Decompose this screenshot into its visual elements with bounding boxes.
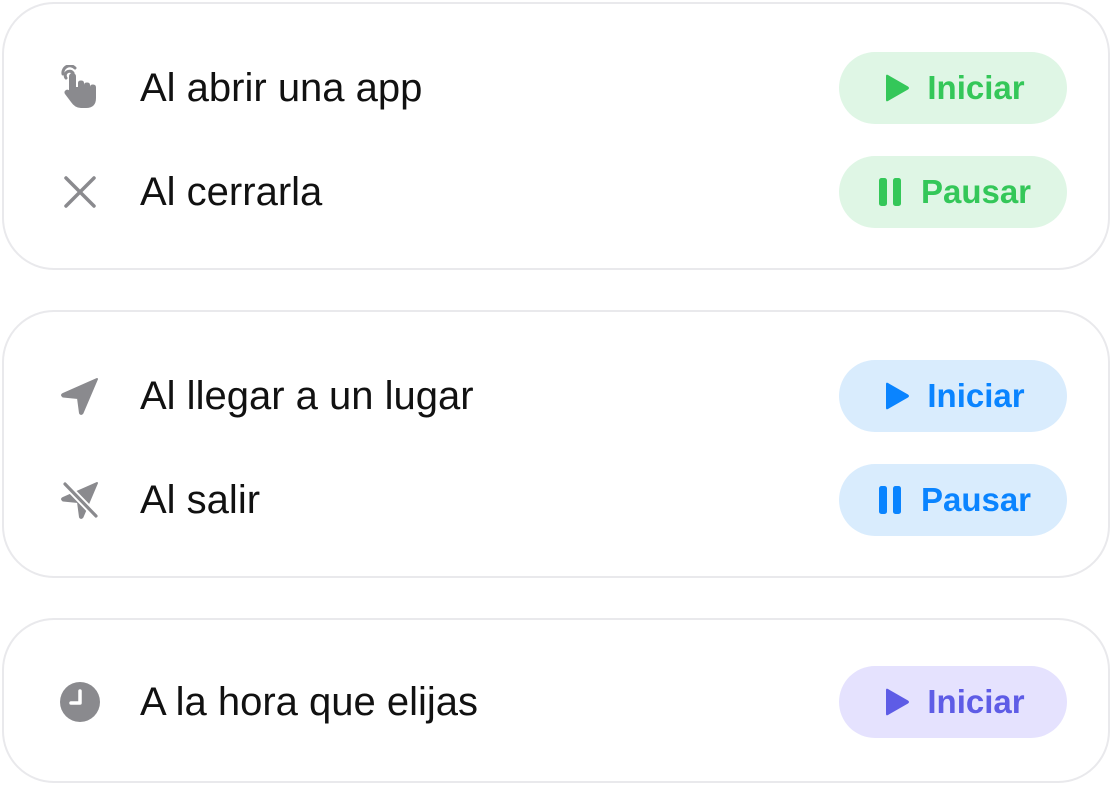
trigger-label: Al cerrarla (140, 170, 323, 214)
trigger-label: A la hora que elijas (140, 680, 479, 724)
location-arrow-slash-icon (56, 478, 104, 522)
play-icon (881, 380, 911, 412)
trigger-row-scheduled-time: A la hora que elijas Iniciar (4, 662, 1108, 742)
location-arrow-icon (56, 374, 104, 418)
pause-button-label: Pausar (920, 173, 1032, 210)
trigger-group-time: A la hora que elijas Iniciar (2, 618, 1110, 783)
pause-button-label: Pausar (920, 481, 1032, 518)
play-icon (881, 72, 911, 104)
trigger-label: Al salir (140, 478, 261, 522)
start-button-label: Iniciar (927, 377, 1025, 414)
trigger-label: Al llegar a un lugar (140, 374, 474, 418)
pause-icon (875, 176, 905, 208)
clock-icon (56, 680, 104, 724)
start-button-label: Iniciar (927, 683, 1025, 720)
hand-tap-icon (56, 65, 104, 110)
trigger-group-location: Al llegar a un lugar Iniciar Al salir Pa… (2, 310, 1110, 578)
trigger-row-open-app: Al abrir una app Iniciar (4, 48, 1108, 128)
start-button[interactable]: Iniciar (839, 360, 1067, 432)
close-x-icon (56, 170, 104, 214)
start-button-label: Iniciar (927, 69, 1025, 106)
trigger-row-arrive-location: Al llegar a un lugar Iniciar (4, 356, 1108, 436)
pause-icon (875, 484, 905, 516)
play-icon (881, 686, 911, 718)
start-button[interactable]: Iniciar (839, 666, 1067, 738)
pause-button[interactable]: Pausar (839, 156, 1067, 228)
trigger-row-leave-location: Al salir Pausar (4, 460, 1108, 540)
start-button[interactable]: Iniciar (839, 52, 1067, 124)
trigger-label: Al abrir una app (140, 66, 423, 110)
trigger-group-app: Al abrir una app Iniciar Al cerrarla Pau… (2, 2, 1110, 270)
pause-button[interactable]: Pausar (839, 464, 1067, 536)
trigger-row-close-app: Al cerrarla Pausar (4, 152, 1108, 232)
